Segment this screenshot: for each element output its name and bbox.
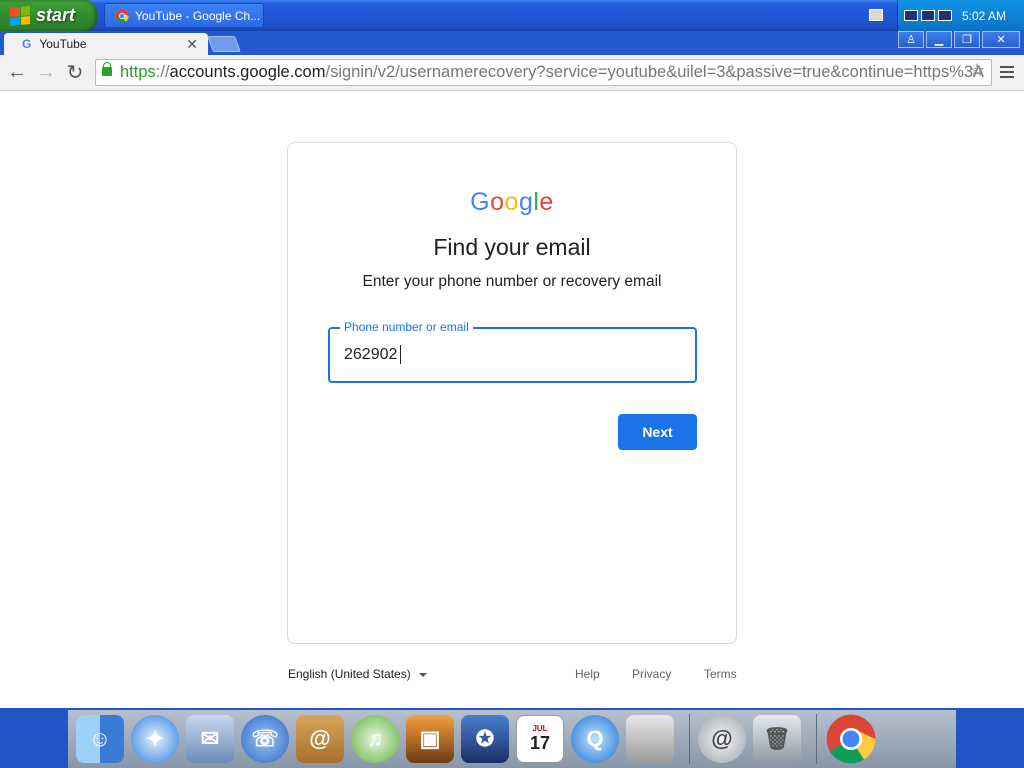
windows-flag-icon: [10, 5, 30, 26]
tab-close-icon[interactable]: ✕: [186, 36, 198, 53]
logo-letter: e: [539, 188, 554, 216]
ical-icon[interactable]: JUL 17: [516, 715, 564, 763]
tab-youtube[interactable]: G YouTube ✕: [4, 33, 208, 55]
tab-strip: G YouTube ✕: [0, 31, 1024, 55]
dock: ☺ ✦ ✉ ☏ @ ♫ ▣ ✪ JUL 17 Q @ 🗑: [68, 710, 956, 768]
taskbar: start YouTube - Google Ch... 5:02 AM: [0, 0, 1024, 31]
itunes-icon[interactable]: ♫: [351, 715, 399, 763]
logo-letter: G: [470, 188, 491, 216]
address-bar[interactable]: https://accounts.google.com/signin/v2/us…: [95, 59, 992, 86]
phone-or-email-field[interactable]: Phone number or email: [328, 320, 697, 383]
taskbar-button-label: YouTube - Google Ch...: [135, 8, 261, 23]
help-link[interactable]: Help: [575, 667, 600, 681]
mail-icon[interactable]: ✉: [186, 715, 234, 763]
ical-month: JUL: [532, 724, 548, 733]
imovie-icon[interactable]: ✪: [461, 715, 509, 763]
window-controls: ♙ ▁ ❐ ✕: [898, 31, 1020, 48]
finder-icon[interactable]: ☺: [76, 715, 124, 763]
mail-at-icon[interactable]: @: [698, 715, 746, 763]
dock-separator: [816, 714, 817, 764]
start-button[interactable]: start: [0, 0, 97, 31]
terms-link[interactable]: Terms: [704, 667, 737, 681]
page-subtitle: Enter your phone number or recovery emai…: [362, 273, 662, 290]
google-logo: Google: [288, 188, 736, 217]
menu-icon[interactable]: [1000, 66, 1014, 78]
browser-toolbar: ← → ↻ https://accounts.google.com/signin…: [0, 55, 1024, 91]
page-footer: English (United States) Help Privacy Ter…: [287, 667, 737, 683]
language-selector[interactable]: English (United States): [288, 667, 411, 681]
restore-button[interactable]: ❐: [954, 31, 980, 48]
start-label: start: [36, 5, 76, 25]
tray-display-icon[interactable]: [904, 10, 918, 21]
minimize-button[interactable]: ▁: [926, 31, 952, 48]
profile-icon[interactable]: ♙: [898, 31, 924, 48]
url-text: https://accounts.google.com/signin/v2/us…: [120, 63, 985, 81]
lock-icon: [102, 62, 112, 76]
forward-arrow-icon[interactable]: →: [35, 61, 57, 83]
quicktime-icon[interactable]: Q: [571, 715, 619, 763]
trash-icon[interactable]: 🗑: [753, 715, 801, 763]
new-tab-button[interactable]: [207, 36, 241, 52]
page-title: Find your email: [433, 234, 591, 260]
address-book-icon[interactable]: @: [296, 715, 344, 763]
privacy-link[interactable]: Privacy: [632, 667, 671, 681]
close-window-button[interactable]: ✕: [982, 31, 1020, 48]
logo-letter: o: [490, 188, 505, 216]
chrome-icon: [115, 8, 129, 23]
system-tray: 5:02 AM: [897, 0, 1024, 31]
clock: 5:02 AM: [962, 8, 1007, 23]
field-label: Phone number or email: [340, 320, 473, 334]
logo-letter: g: [518, 188, 534, 216]
reload-icon[interactable]: ↻: [64, 61, 86, 84]
safari-icon[interactable]: ✦: [131, 715, 179, 763]
next-button[interactable]: Next: [618, 414, 697, 450]
tray-monitor-icon[interactable]: [938, 10, 952, 21]
iphoto-icon[interactable]: ▣: [406, 715, 454, 763]
system-preferences-icon[interactable]: [626, 715, 674, 763]
dock-separator: [689, 714, 690, 764]
logo-letter: o: [504, 188, 519, 216]
tray-network-icon[interactable]: [921, 10, 935, 21]
bookmark-star-icon[interactable]: ☆: [969, 60, 985, 81]
back-arrow-icon[interactable]: ←: [6, 61, 28, 83]
ichat-icon[interactable]: ☏: [241, 715, 289, 763]
taskbar-chrome-button[interactable]: YouTube - Google Ch...: [104, 3, 264, 28]
phone-or-email-input[interactable]: [344, 344, 664, 366]
chrome-icon[interactable]: [825, 713, 877, 765]
text-caret: [400, 345, 401, 364]
ical-day: 17: [529, 733, 551, 753]
tab-title: YouTube: [39, 37, 87, 51]
google-g-icon: G: [22, 37, 32, 51]
signin-card: Google Find your email Enter your phone …: [287, 142, 737, 644]
keyboard-icon[interactable]: [869, 9, 883, 21]
dropdown-caret-icon[interactable]: [419, 673, 427, 677]
